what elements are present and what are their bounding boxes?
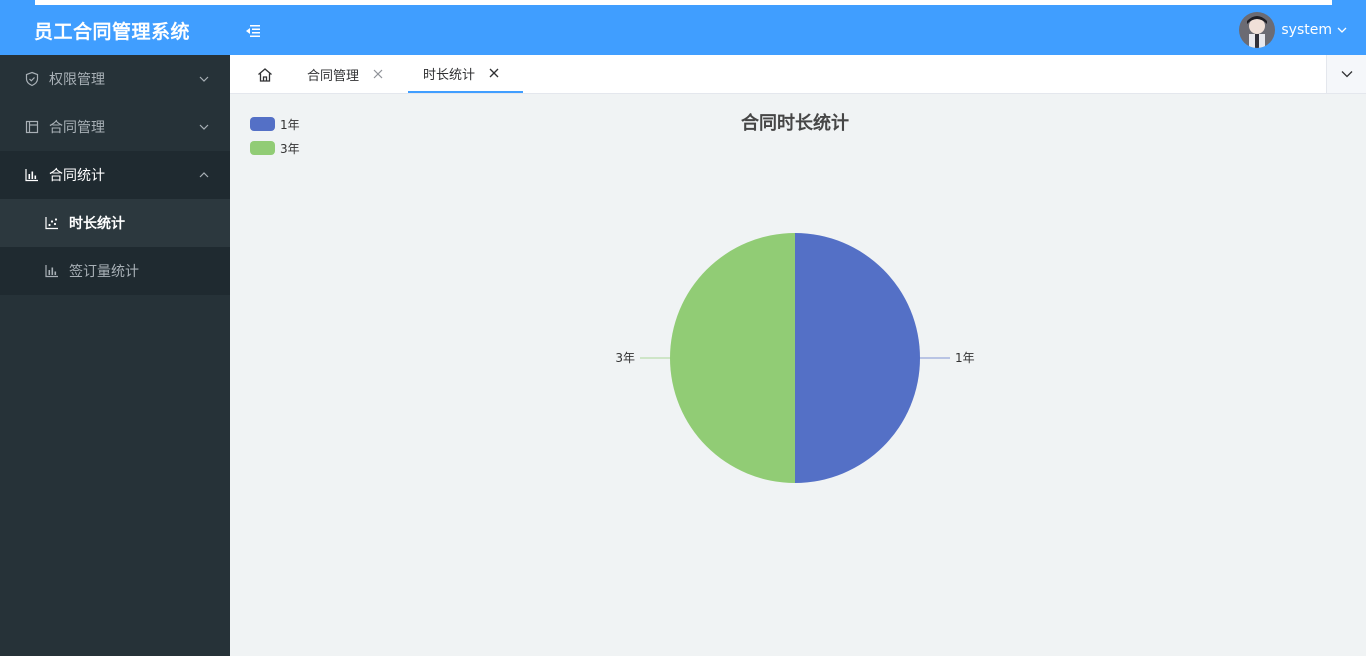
- app-title: 员工合同管理系统: [34, 21, 191, 43]
- app-header: 员工合同管理系统 system: [0, 5, 1366, 55]
- avatar: [1239, 12, 1276, 48]
- tab-label: 合同管理: [307, 68, 360, 84]
- sidebar-item-label: 时长统计: [69, 216, 125, 232]
- legend-label: 1年: [280, 117, 300, 132]
- close-icon[interactable]: [373, 69, 383, 79]
- user-menu[interactable]: system: [1239, 12, 1348, 48]
- pie-slice[interactable]: [670, 233, 795, 483]
- tabs-more-button[interactable]: [1326, 55, 1366, 93]
- legend-swatch: [250, 117, 275, 131]
- sidebar-item-contract-stats[interactable]: 合同统计: [0, 151, 230, 199]
- sidebar-item-label: 权限管理: [49, 72, 105, 88]
- bar-chart-icon: [44, 263, 60, 279]
- sidebar: 权限管理 合同管理 合同统计 时长统计 签订量统计: [0, 55, 230, 656]
- chart-title: 合同时长统计: [741, 113, 849, 134]
- close-icon[interactable]: [489, 68, 499, 78]
- tab-contract-management[interactable]: 合同管理: [307, 55, 383, 93]
- submenu-contract-stats: 时长统计 签订量统计: [0, 199, 230, 295]
- sidebar-item-contract[interactable]: 合同管理: [0, 103, 230, 151]
- chevron-down-icon: [199, 124, 209, 130]
- legend-item[interactable]: 1年: [250, 112, 300, 136]
- tabs-bar: 合同管理 时长统计: [230, 55, 1366, 94]
- legend-label: 3年: [280, 141, 300, 156]
- pie-slice[interactable]: [795, 233, 920, 483]
- chevron-down-icon: [199, 76, 209, 82]
- sidebar-item-label: 合同统计: [49, 168, 105, 184]
- home-icon[interactable]: [256, 66, 274, 84]
- chart-legend: 1年 3年: [250, 112, 300, 160]
- chevron-up-icon: [199, 172, 209, 178]
- username: system: [1281, 22, 1332, 38]
- contract-icon: [24, 119, 40, 135]
- legend-item[interactable]: 3年: [250, 136, 300, 160]
- sidebar-item-label: 签订量统计: [69, 264, 139, 280]
- sidebar-item-duration-stats[interactable]: 时长统计: [0, 199, 230, 247]
- sidebar-item-permission[interactable]: 权限管理: [0, 55, 230, 103]
- chevron-down-icon: [1341, 71, 1352, 78]
- tab-duration-stats[interactable]: 时长统计: [408, 55, 523, 93]
- bar-chart-icon: [24, 167, 40, 183]
- chart-container: 1年 3年 合同时长统计 1年 3年: [230, 94, 1366, 656]
- menu-collapse-icon[interactable]: [244, 22, 262, 40]
- shield-icon: [24, 71, 40, 87]
- pie-chart: 1年 3年: [615, 233, 975, 483]
- tab-label: 时长统计: [423, 67, 476, 83]
- scatter-chart-icon: [44, 215, 60, 231]
- legend-swatch: [250, 141, 275, 155]
- sidebar-item-label: 合同管理: [49, 120, 105, 136]
- pie-label: 1年: [955, 351, 975, 365]
- pie-label: 3年: [615, 351, 635, 365]
- sidebar-item-sign-stats[interactable]: 签订量统计: [0, 247, 230, 295]
- chevron-down-icon: [1337, 27, 1347, 33]
